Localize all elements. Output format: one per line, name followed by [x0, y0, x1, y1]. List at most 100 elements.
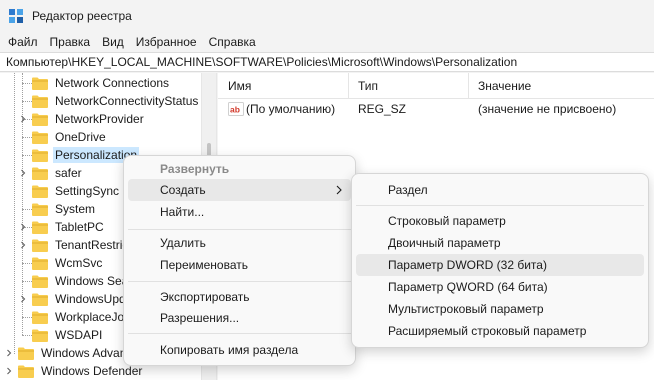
- tree-guide-line: [22, 137, 32, 138]
- tree-item-workplace-join[interactable]: WorkplaceJo: [32, 308, 126, 326]
- menu-item-label: Создать: [160, 183, 206, 197]
- ab-string-icon: ab: [228, 102, 244, 116]
- chevron-right-icon[interactable]: [18, 168, 28, 178]
- column-header-value[interactable]: Значение: [478, 79, 531, 93]
- tree-item-label: Network Connections: [55, 76, 170, 90]
- menu-item-expand[interactable]: Развернуть: [128, 158, 351, 180]
- create-submenu: Раздел Строковый параметр Двоичный парам…: [351, 173, 649, 348]
- menu-item-new-binary[interactable]: Двоичный параметр: [356, 232, 644, 254]
- folder-icon: [32, 275, 48, 288]
- tree-guide-line: [22, 263, 32, 264]
- tree-item-network-connectivity-status[interactable]: NetworkConnectivityStatus: [32, 92, 200, 110]
- address-bar[interactable]: Компьютер\HKEY_LOCAL_MACHINE\SOFTWARE\Po…: [0, 52, 654, 72]
- menu-item-label: Параметр DWORD (32 бита): [388, 258, 547, 272]
- folder-icon: [32, 131, 48, 144]
- tree-item-windows-search[interactable]: Windows Sea: [32, 272, 130, 290]
- chevron-right-icon[interactable]: [4, 348, 14, 358]
- window-title: Редактор реестра: [32, 9, 132, 23]
- tree-item-wsdapi[interactable]: WSDAPI: [32, 326, 104, 344]
- menu-item-label: Экспортировать: [160, 290, 250, 304]
- menu-item-new-qword[interactable]: Параметр QWORD (64 бита): [356, 276, 644, 298]
- folder-icon: [32, 239, 48, 252]
- menu-item-rename[interactable]: Переименовать: [128, 254, 351, 276]
- menu-item-new-string[interactable]: Строковый параметр: [356, 210, 644, 232]
- tree-guide-line: [22, 281, 32, 282]
- tree-guide-line: [14, 73, 15, 354]
- tree-item-label: WSDAPI: [55, 328, 103, 342]
- tree-item-label: TenantRestric: [55, 238, 129, 252]
- tree-item-safer[interactable]: safer: [18, 164, 84, 182]
- column-header-type[interactable]: Тип: [358, 79, 378, 93]
- tree-item-onedrive[interactable]: OneDrive: [32, 128, 108, 146]
- context-menu: Развернуть Создать Найти... Удалить Пере…: [123, 155, 356, 366]
- tree-item-wcmsvc[interactable]: WcmSvc: [32, 254, 104, 272]
- menu-help[interactable]: Справка: [203, 35, 262, 49]
- tree-item-label: SettingSync: [55, 184, 120, 198]
- chevron-right-icon[interactable]: [18, 294, 28, 304]
- tree-item-label: NetworkConnectivityStatus: [55, 94, 199, 108]
- folder-icon: [32, 113, 48, 126]
- menu-favorites[interactable]: Избранное: [130, 35, 203, 49]
- tree-guide-line: [22, 155, 32, 156]
- folder-icon: [32, 257, 48, 270]
- menu-item-export[interactable]: Экспортировать: [128, 286, 351, 308]
- chevron-right-icon[interactable]: [18, 222, 28, 232]
- folder-icon: [18, 365, 34, 378]
- tree-guide-line: [22, 317, 32, 318]
- tree-guide-line: [22, 209, 32, 210]
- menu-item-label: Расширяемый строковый параметр: [388, 324, 587, 338]
- table-row[interactable]: ab (По умолчанию) REG_SZ (значение не пр…: [218, 99, 654, 119]
- tree-item-tenantrestrictions[interactable]: TenantRestric: [18, 236, 130, 254]
- menu-item-find[interactable]: Найти...: [128, 201, 351, 223]
- tree-item-windows-defender[interactable]: Windows Defender: [4, 362, 144, 380]
- menu-view[interactable]: Вид: [96, 35, 130, 49]
- value-data: (значение не присвоено): [478, 102, 617, 116]
- tree-item-system[interactable]: System: [32, 200, 97, 218]
- menu-item-label: Развернуть: [160, 162, 230, 176]
- tree-item-label: Windows Advan: [41, 346, 127, 360]
- menu-item-label: Удалить: [160, 236, 206, 250]
- folder-icon: [32, 149, 48, 162]
- tree-item-windows-update[interactable]: WindowsUpd: [18, 290, 128, 308]
- menu-item-label: Найти...: [160, 205, 205, 219]
- tree-item-label: Windows Sea: [55, 274, 129, 288]
- column-header-name[interactable]: Имя: [228, 79, 251, 93]
- column-divider[interactable]: [348, 73, 349, 99]
- folder-icon: [32, 329, 48, 342]
- list-header: Имя Тип Значение: [218, 73, 654, 99]
- menu-item-new-key[interactable]: Раздел: [356, 179, 644, 201]
- menu-file[interactable]: Файл: [0, 35, 44, 49]
- tree-item-label: TabletPC: [55, 220, 104, 234]
- menu-edit[interactable]: Правка: [44, 35, 97, 49]
- tree-guide-line: [22, 101, 32, 102]
- tree-item-label: safer: [55, 166, 82, 180]
- value-name: (По умолчанию): [246, 102, 336, 116]
- menu-separator: [128, 281, 351, 282]
- menu-item-permissions[interactable]: Разрешения...: [128, 307, 351, 329]
- menu-separator: [128, 333, 351, 334]
- folder-icon: [32, 185, 48, 198]
- tree-item-label: System: [55, 202, 96, 216]
- tree-item-network-provider[interactable]: NetworkProvider: [18, 110, 146, 128]
- tree-item-settingsync[interactable]: SettingSync: [32, 182, 121, 200]
- menu-bar: Файл Правка Вид Избранное Справка: [0, 32, 654, 52]
- folder-icon: [32, 167, 48, 180]
- menu-item-new-dword[interactable]: Параметр DWORD (32 бита): [356, 254, 644, 276]
- menu-item-label: Мультистроковый параметр: [388, 302, 544, 316]
- chevron-right-icon: [336, 185, 342, 195]
- tree-item-tabletpc[interactable]: TabletPC: [18, 218, 106, 236]
- folder-icon: [32, 311, 48, 324]
- column-divider[interactable]: [468, 73, 469, 99]
- menu-item-copy-key-name[interactable]: Копировать имя раздела: [128, 339, 351, 361]
- menu-item-new-multistring[interactable]: Мультистроковый параметр: [356, 298, 644, 320]
- chevron-right-icon[interactable]: [4, 366, 14, 376]
- menu-item-delete[interactable]: Удалить: [128, 232, 351, 254]
- menu-item-new-expandable-string[interactable]: Расширяемый строковый параметр: [356, 320, 644, 342]
- tree-item-network-connections[interactable]: Network Connections: [32, 74, 171, 92]
- menu-item-create[interactable]: Создать: [128, 179, 351, 201]
- chevron-right-icon[interactable]: [18, 114, 28, 124]
- tree-item-windows-advanced[interactable]: Windows Advan: [4, 344, 128, 362]
- chevron-right-icon[interactable]: [18, 240, 28, 250]
- menu-separator: [356, 205, 644, 206]
- folder-icon: [32, 293, 48, 306]
